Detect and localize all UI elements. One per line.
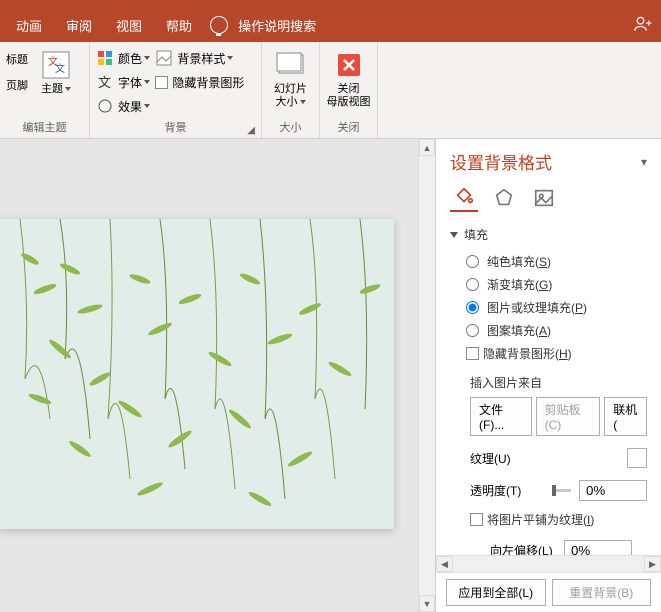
transparency-input[interactable] [579, 480, 647, 501]
themes-button[interactable]: 文文 主题 [32, 45, 80, 96]
menubar: 动画 审阅 视图 帮助 操作说明搜索 [0, 8, 661, 42]
tell-me-icon[interactable] [210, 16, 228, 34]
ribbon-group-background: 颜色 文字体 效果 背景样式 隐藏背景图形 背景◢ [90, 42, 262, 138]
panel-options-icon[interactable]: ▾ [641, 155, 647, 169]
colors-button[interactable]: 颜色 [96, 47, 155, 69]
texture-label: 纹理(U) [470, 450, 544, 467]
solid-fill-radio[interactable]: 纯色填充(S) [466, 253, 647, 270]
effects-button[interactable]: 效果 [96, 95, 155, 117]
picture-fill-radio[interactable]: 图片或纹理填充(P) [466, 299, 647, 316]
share-icon[interactable] [633, 14, 653, 37]
apply-all-button[interactable]: 应用到全部(L) [446, 579, 546, 606]
effects-tab-icon[interactable] [490, 184, 518, 212]
hide-background-checkbox[interactable]: 隐藏背景图形 [155, 71, 255, 93]
tab-view[interactable]: 视图 [104, 10, 154, 41]
ribbon-group-label: 背景◢ [96, 117, 255, 138]
ribbon: 标题 页脚 文文 主题 编辑主题 颜色 文字体 效果 背景样式 隐藏背景图形 背… [0, 42, 661, 139]
transparency-label: 透明度(T) [470, 482, 544, 499]
close-master-button[interactable]: 关闭母版视图 [326, 45, 371, 109]
footer-placeholder-label: 页脚 [6, 77, 32, 93]
dialog-launcher-icon[interactable]: ◢ [247, 125, 255, 136]
background-styles-button[interactable]: 背景样式 [155, 47, 255, 69]
tab-review[interactable]: 审阅 [54, 10, 104, 41]
ribbon-group-size: 幻灯片大小 大小 [262, 42, 320, 138]
tab-animation[interactable]: 动画 [4, 10, 54, 41]
clipboard-button[interactable]: 剪贴板(C) [536, 397, 601, 436]
slide-canvas-area: ▲ ▼ [0, 139, 435, 612]
tab-help[interactable]: 帮助 [154, 10, 204, 41]
scroll-up-icon[interactable]: ▲ [419, 139, 435, 156]
svg-text:文: 文 [55, 62, 65, 75]
title-placeholder-label: 标题 [6, 51, 32, 67]
scroll-down-icon[interactable]: ▼ [419, 595, 435, 612]
panel-title: 设置背景格式 [450, 149, 641, 174]
picture-tab-icon[interactable] [530, 184, 558, 212]
tile-checkbox[interactable]: 将图片平铺为纹理(I) [470, 511, 647, 528]
transparency-slider[interactable] [552, 489, 571, 492]
slide[interactable] [0, 219, 394, 529]
scroll-right-icon[interactable]: ▶ [644, 556, 661, 572]
canvas-vscroll[interactable]: ▲ ▼ [418, 139, 435, 612]
ribbon-group-label: 大小 [268, 117, 313, 138]
fill-tab-icon[interactable] [450, 184, 478, 212]
ribbon-group-theme: 标题 页脚 文文 主题 编辑主题 [0, 42, 90, 138]
scroll-left-icon[interactable]: ◀ [436, 556, 453, 572]
hide-bg-graphics-checkbox[interactable]: 隐藏背景图形(H) [466, 345, 647, 362]
gradient-fill-radio[interactable]: 渐变填充(G) [466, 276, 647, 293]
svg-text:文: 文 [98, 75, 111, 90]
online-button[interactable]: 联机( [604, 397, 647, 436]
tell-me-search[interactable]: 操作说明搜索 [234, 16, 316, 35]
format-background-panel: 设置背景格式 ▾ 填充 纯色填充(S) 渐变填充(G) 图片或纹理填充(P) 图… [435, 139, 661, 612]
panel-hscroll[interactable]: ◀ ▶ [436, 555, 661, 572]
file-button[interactable]: 文件(F)... [470, 397, 532, 436]
fonts-button[interactable]: 文字体 [96, 71, 155, 93]
ribbon-group-close: 关闭母版视图 关闭 [320, 42, 378, 138]
pattern-fill-radio[interactable]: 图案填充(A) [466, 322, 647, 339]
fill-section-header[interactable]: 填充 [450, 226, 647, 243]
offset-left-input[interactable] [564, 540, 632, 555]
reset-background-button[interactable]: 重置背景(B) [552, 579, 652, 606]
slide-size-button[interactable]: 幻灯片大小 [268, 45, 313, 109]
ribbon-group-label: 关闭 [326, 117, 371, 138]
ribbon-group-label: 编辑主题 [6, 117, 83, 138]
insert-from-label: 插入图片来自 [470, 374, 647, 391]
texture-picker[interactable] [627, 448, 647, 468]
offset-left-label: 向左偏移(L) [490, 542, 564, 555]
